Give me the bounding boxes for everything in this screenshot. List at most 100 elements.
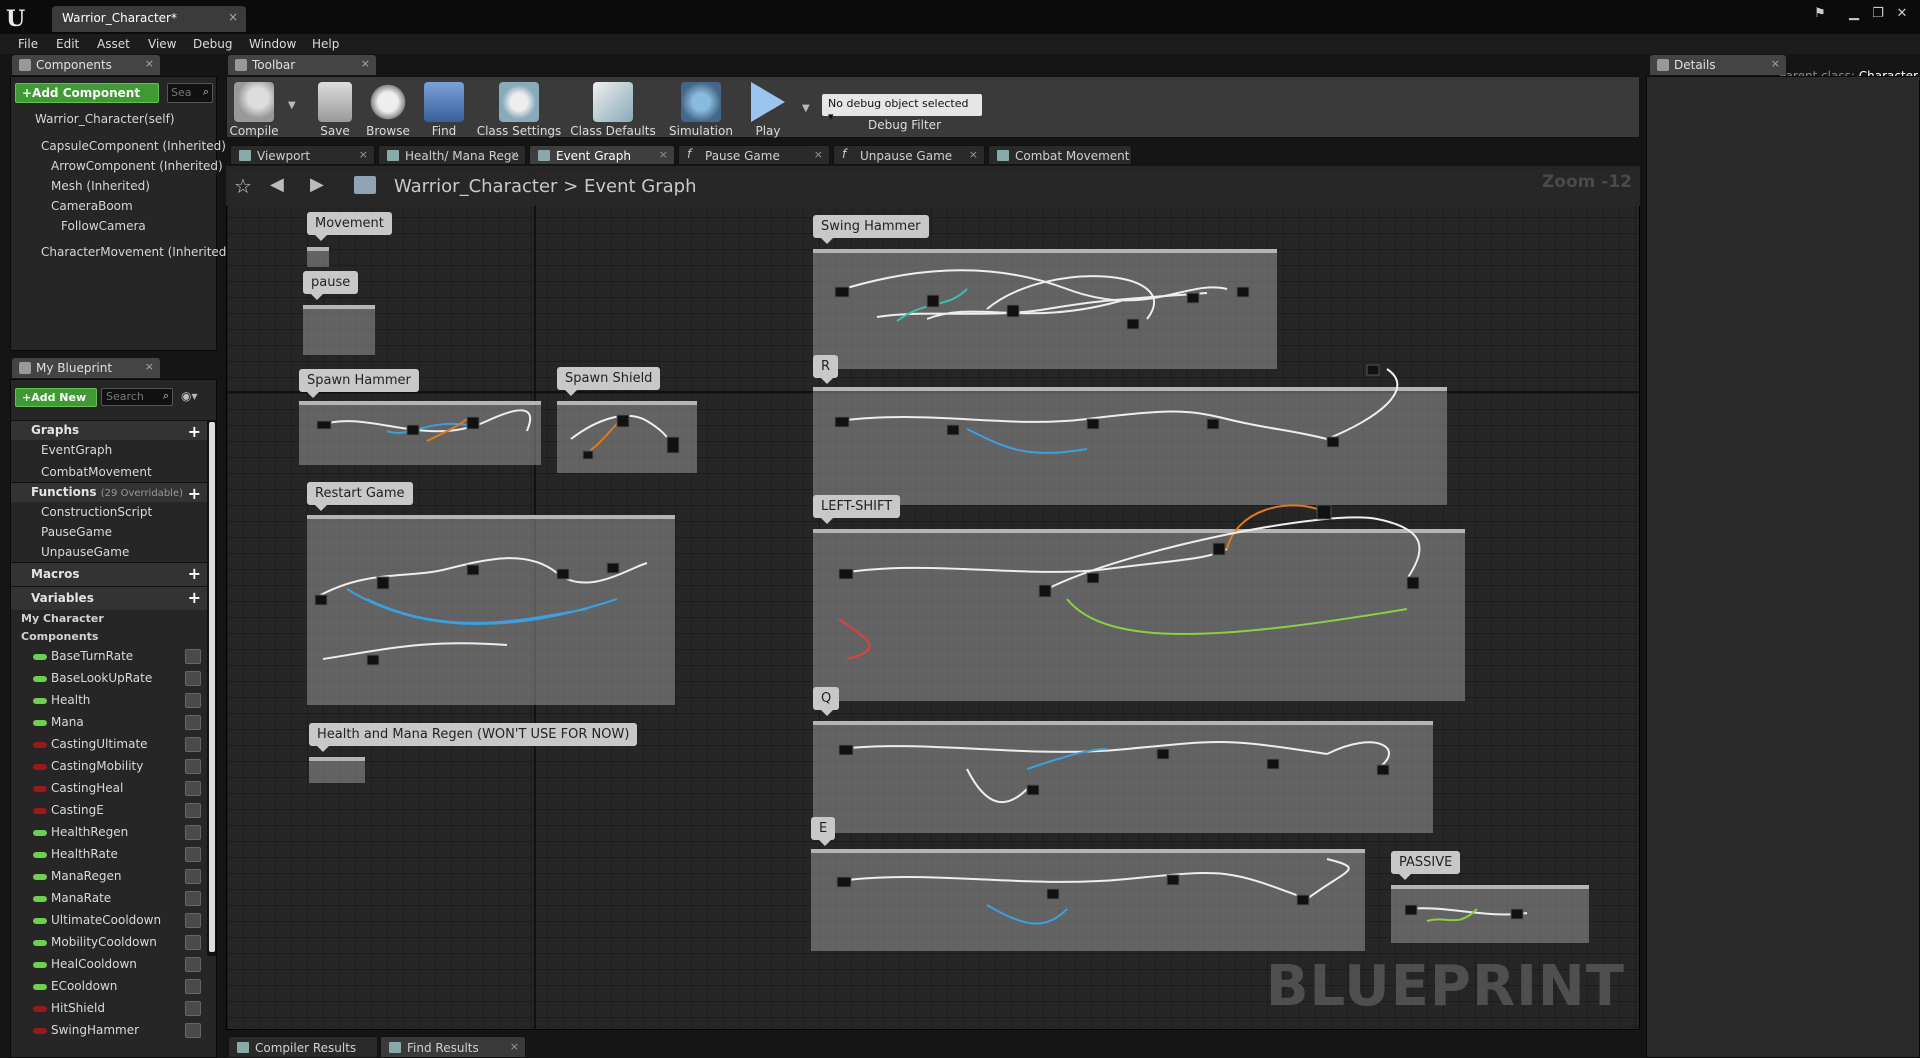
document-tab[interactable]: Warrior_Character* × — [52, 6, 246, 32]
variable-visibility-eye-icon[interactable] — [185, 759, 201, 774]
variable-item[interactable]: MobilityCooldown — [11, 932, 207, 954]
tree-item-capsule[interactable]: CapsuleComponent (Inherited) — [41, 139, 226, 153]
add-variable-icon[interactable]: + — [188, 588, 201, 607]
tab-viewport[interactable]: Viewport × — [230, 145, 375, 165]
graphs-section[interactable]: Graphs + — [11, 420, 207, 441]
forward-arrow-icon[interactable]: ▶ — [310, 174, 324, 195]
add-macro-icon[interactable]: + — [188, 564, 201, 583]
menu-edit[interactable]: Edit — [56, 37, 79, 51]
variable-visibility-eye-icon[interactable] — [185, 1001, 201, 1016]
variable-item[interactable]: HealCooldown — [11, 954, 207, 976]
variable-item[interactable]: BaseTurnRate — [11, 646, 207, 668]
compile-options-chevron-icon[interactable]: ▼ — [288, 100, 296, 111]
variable-visibility-eye-icon[interactable] — [185, 671, 201, 686]
tab-health-mana-regen[interactable]: Health/ Mana Rege × — [378, 145, 526, 165]
favorite-star-icon[interactable]: ☆ — [234, 174, 252, 198]
variable-visibility-eye-icon[interactable] — [185, 891, 201, 906]
debug-object-select[interactable]: No debug object selected ▾ — [822, 94, 982, 123]
component-search-input[interactable]: Sea ⌕ — [167, 83, 213, 103]
close-icon[interactable]: × — [145, 360, 154, 373]
close-icon[interactable]: × — [359, 148, 368, 161]
save-button[interactable]: Save — [305, 82, 365, 138]
toolbar-tab[interactable]: Toolbar × — [228, 55, 376, 75]
close-icon[interactable]: × — [814, 148, 823, 161]
variables-section[interactable]: Variables + — [11, 586, 207, 610]
variable-visibility-eye-icon[interactable] — [185, 1023, 201, 1038]
variable-visibility-eye-icon[interactable] — [185, 957, 201, 972]
variable-item[interactable]: HealthRegen — [11, 822, 207, 844]
tree-item-arrow[interactable]: ArrowComponent (Inherited) — [51, 159, 223, 173]
minimize-icon[interactable]: ▁ — [1844, 6, 1864, 24]
function-item-unpausegame[interactable]: UnpauseGame — [11, 542, 207, 562]
variable-visibility-eye-icon[interactable] — [185, 913, 201, 928]
tab-pause-game[interactable]: f Pause Game × — [678, 145, 830, 165]
my-blueprint-tab[interactable]: My Blueprint × — [12, 358, 160, 378]
tree-item-followcamera[interactable]: FollowCamera — [61, 219, 146, 233]
variable-item[interactable]: HealthRate — [11, 844, 207, 866]
menu-asset[interactable]: Asset — [97, 37, 130, 51]
functions-section[interactable]: Functions (29 Overridable) + — [11, 482, 207, 503]
feedback-icon[interactable]: ⚑ — [1810, 6, 1830, 24]
add-graph-icon[interactable]: + — [188, 422, 201, 441]
scrollbar[interactable] — [207, 420, 216, 956]
variable-item[interactable]: CastingHeal — [11, 778, 207, 800]
macros-section[interactable]: Macros + — [11, 562, 207, 586]
menu-file[interactable]: File — [18, 37, 38, 51]
variable-visibility-eye-icon[interactable] — [185, 737, 201, 752]
add-function-icon[interactable]: + — [188, 484, 201, 503]
close-icon[interactable]: × — [1771, 57, 1780, 70]
graph-item-eventgraph[interactable]: EventGraph — [11, 440, 207, 462]
menu-window[interactable]: Window — [249, 37, 296, 51]
class-settings-button[interactable]: Class Settings — [474, 82, 564, 138]
graph-item-combatmovement[interactable]: CombatMovement — [11, 462, 207, 482]
add-component-button[interactable]: +Add Component — [15, 83, 159, 103]
tab-event-graph[interactable]: Event Graph × — [529, 145, 675, 165]
variable-visibility-eye-icon[interactable] — [185, 693, 201, 708]
variable-item[interactable]: Health — [11, 690, 207, 712]
tree-item-charmovement[interactable]: CharacterMovement (Inherited) — [41, 245, 231, 259]
play-button[interactable]: Play — [738, 82, 798, 138]
menu-view[interactable]: View — [148, 37, 176, 51]
restore-icon[interactable]: ❐ — [1868, 6, 1888, 24]
variable-item[interactable]: CastingMobility — [11, 756, 207, 778]
tree-item-self[interactable]: Warrior_Character(self) — [35, 112, 175, 126]
variable-visibility-eye-icon[interactable] — [185, 935, 201, 950]
var-category-components[interactable]: Components — [11, 628, 207, 646]
close-icon[interactable]: × — [361, 57, 370, 70]
play-options-chevron-icon[interactable]: ▼ — [802, 103, 810, 114]
tab-compiler-results[interactable]: Compiler Results — [228, 1036, 378, 1058]
variable-item[interactable]: BaseLookUpRate — [11, 668, 207, 690]
variable-visibility-eye-icon[interactable] — [185, 869, 201, 884]
visibility-eye-icon[interactable]: ◉▾ — [181, 389, 198, 403]
components-tab[interactable]: Components × — [12, 55, 160, 75]
tab-combat-movement[interactable]: Combat Movement — [988, 145, 1132, 165]
variable-item[interactable]: UltimateCooldown — [11, 910, 207, 932]
variable-visibility-eye-icon[interactable] — [185, 825, 201, 840]
variable-item[interactable]: ManaRate — [11, 888, 207, 910]
close-icon[interactable]: × — [510, 1040, 519, 1053]
variable-visibility-eye-icon[interactable] — [185, 803, 201, 818]
close-icon[interactable]: × — [145, 57, 154, 70]
browse-button[interactable]: Browse — [358, 82, 418, 138]
variable-visibility-eye-icon[interactable] — [185, 979, 201, 994]
variable-item[interactable]: CastingUltimate — [11, 734, 207, 756]
variable-item[interactable]: SwingHammer — [11, 1020, 207, 1042]
tab-unpause-game[interactable]: f Unpause Game × — [833, 145, 985, 165]
variable-item[interactable]: ECooldown — [11, 976, 207, 998]
add-new-button[interactable]: +Add New — [15, 388, 97, 407]
compile-button[interactable]: Compile — [224, 82, 284, 138]
function-item-pausegame[interactable]: PauseGame — [11, 522, 207, 542]
function-item-construction[interactable]: ConstructionScript — [11, 502, 207, 522]
close-icon[interactable]: × — [969, 148, 978, 161]
event-graph-canvas[interactable]: Movement pause Spawn Hammer Spawn Shield… — [226, 168, 1640, 1030]
close-icon[interactable]: × — [228, 10, 238, 24]
variable-visibility-eye-icon[interactable] — [185, 649, 201, 664]
close-icon[interactable]: × — [510, 148, 519, 161]
variable-visibility-eye-icon[interactable] — [185, 847, 201, 862]
class-defaults-button[interactable]: Class Defaults — [568, 82, 658, 138]
close-icon[interactable]: × — [659, 148, 668, 161]
var-category-mycharacter[interactable]: My Character — [11, 610, 207, 628]
simulation-button[interactable]: Simulation — [666, 82, 736, 138]
variable-item[interactable]: CastingE — [11, 800, 207, 822]
close-window-icon[interactable]: ✕ — [1892, 6, 1912, 24]
